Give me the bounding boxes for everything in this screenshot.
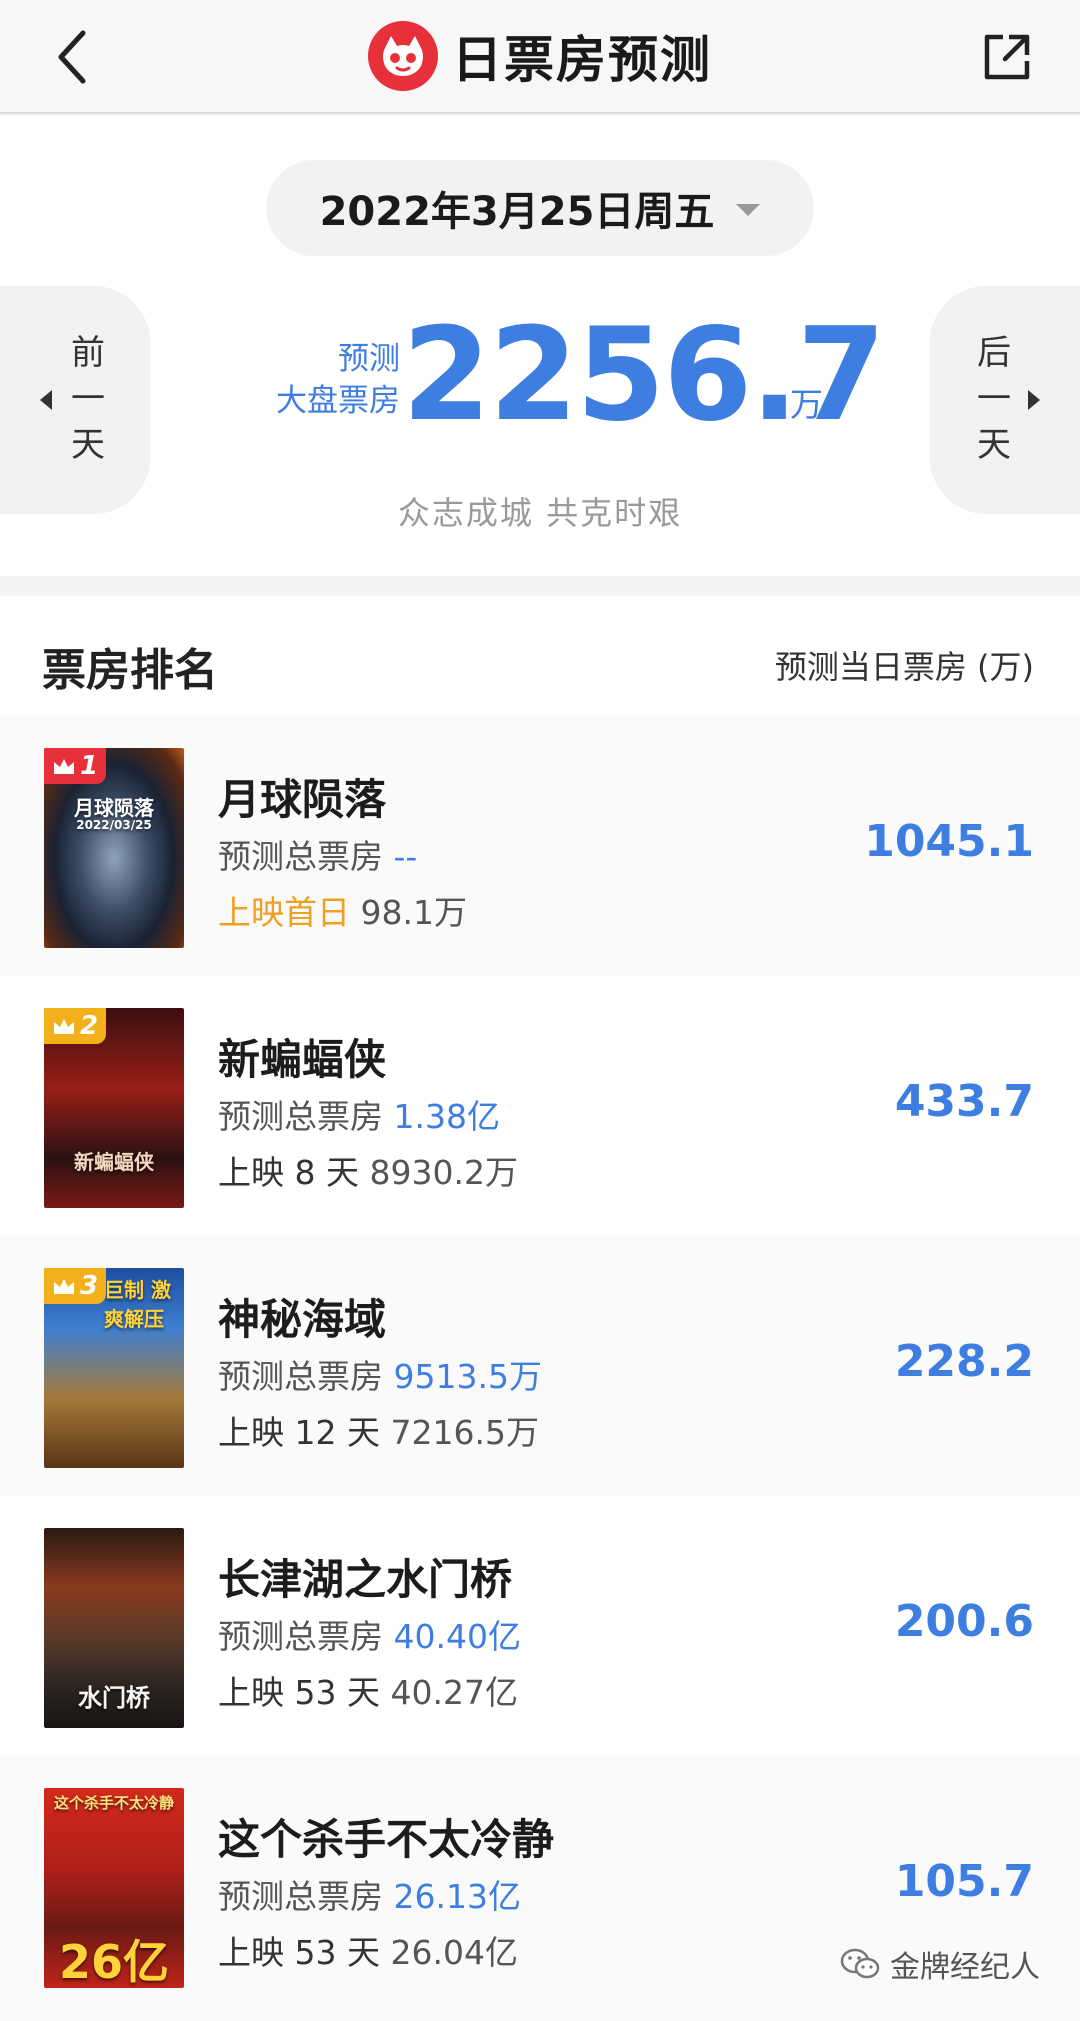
movie-poster: 月球陨落 2022/03/25 1 xyxy=(44,748,184,948)
movie-poster: 水门桥 xyxy=(44,1528,184,1728)
slogan: 众志成城 共克时艰 xyxy=(397,494,683,532)
movie-total: 预测总票房 40.40亿 xyxy=(218,1617,521,1656)
next-day-label: 后一天 xyxy=(977,333,1011,465)
rank-badge: 2 xyxy=(44,1008,107,1044)
date-selector[interactable]: 2022年3月25日周五 xyxy=(266,160,814,256)
caret-down-icon xyxy=(736,204,761,216)
ranking-header: 票房排名 预测当日票房 (万) xyxy=(0,596,1080,716)
movie-forecast: 200.6 xyxy=(894,1596,1034,1647)
movie-name: 新蝙蝠侠 xyxy=(218,1035,387,1084)
movie-row[interactable]: 水门桥 长津湖之水门桥 预测总票房 40.40亿 上映 53 天 40.27亿 … xyxy=(0,1496,1080,1756)
movie-name: 长津湖之水门桥 xyxy=(218,1555,513,1604)
movie-total: 预测总票房 9513.5万 xyxy=(218,1357,542,1396)
nav-bar: 日票房预测 xyxy=(0,0,1080,114)
movie-row[interactable]: 月球陨落 2022/03/25 1 月球陨落 预测总票房 -- 上映首日 98.… xyxy=(0,716,1080,976)
forecast-unit: 万 xyxy=(790,385,823,424)
share-button[interactable] xyxy=(972,22,1042,92)
movie-release: 上映 53 天 40.27亿 xyxy=(218,1673,518,1712)
crown-icon xyxy=(54,759,74,774)
prev-day-label: 前一天 xyxy=(71,333,105,465)
cat-eye-logo-icon xyxy=(368,21,438,91)
movie-forecast: 105.7 xyxy=(894,1856,1034,1907)
page-title: 日票房预测 xyxy=(452,31,712,89)
ranking-section: 票房排名 预测当日票房 (万) 月球陨落 2022/03/25 1 月球陨落 预… xyxy=(0,596,1080,2021)
movie-row[interactable]: 新蝙蝠侠 2 新蝙蝠侠 预测总票房 1.38亿 上映 8 天 8930.2万 4… xyxy=(0,976,1080,1236)
rank-badge: 3 xyxy=(44,1268,107,1304)
movie-poster: 巨制 激爽解压 3 xyxy=(44,1268,184,1468)
share-icon xyxy=(984,34,1030,80)
movie-release: 上映 8 天 8930.2万 xyxy=(218,1153,518,1192)
movie-poster: 这个杀手不太冷静 26亿 xyxy=(44,1788,184,1988)
date-text: 2022年3月25日周五 xyxy=(319,189,715,235)
movie-name: 这个杀手不太冷静 xyxy=(218,1815,555,1864)
watermark: 金牌经纪人 xyxy=(840,1942,1040,1986)
movie-total: 预测总票房 26.13亿 xyxy=(218,1877,521,1916)
movie-poster: 新蝙蝠侠 2 xyxy=(44,1008,184,1208)
crown-icon xyxy=(54,1279,74,1294)
triangle-left-icon xyxy=(40,390,52,410)
triangle-right-icon xyxy=(1028,390,1040,410)
movie-release: 上映首日 98.1万 xyxy=(218,893,467,932)
wechat-icon xyxy=(840,1948,880,1979)
movie-release: 上映 53 天 26.04亿 xyxy=(218,1933,518,1972)
movie-forecast: 433.7 xyxy=(894,1076,1034,1127)
prev-day-button[interactable]: 前一天 xyxy=(0,286,150,514)
rank-badge: 1 xyxy=(44,748,107,784)
movie-total: 预测总票房 1.38亿 xyxy=(218,1097,500,1136)
movie-name: 月球陨落 xyxy=(218,775,387,824)
ranking-column-label: 预测当日票房 (万) xyxy=(774,648,1034,686)
ranking-title: 票房排名 xyxy=(42,645,218,696)
movie-total: 预测总票房 -- xyxy=(218,837,418,876)
movie-row[interactable]: 巨制 激爽解压 3 神秘海域 预测总票房 9513.5万 上映 12 天 721… xyxy=(0,1236,1080,1496)
forecast-label: 预测 大盘票房 xyxy=(276,341,400,419)
forecast-header: 2022年3月25日周五 前一天 预测 大盘票房 2256.7 万 后一天 众志… xyxy=(0,116,1080,576)
crown-icon xyxy=(54,1019,74,1034)
movie-forecast: 1045.1 xyxy=(864,816,1034,867)
movie-forecast: 228.2 xyxy=(894,1336,1034,1387)
movie-name: 神秘海域 xyxy=(218,1295,387,1344)
movie-release: 上映 12 天 7216.5万 xyxy=(218,1413,539,1452)
next-day-button[interactable]: 后一天 xyxy=(930,286,1080,514)
